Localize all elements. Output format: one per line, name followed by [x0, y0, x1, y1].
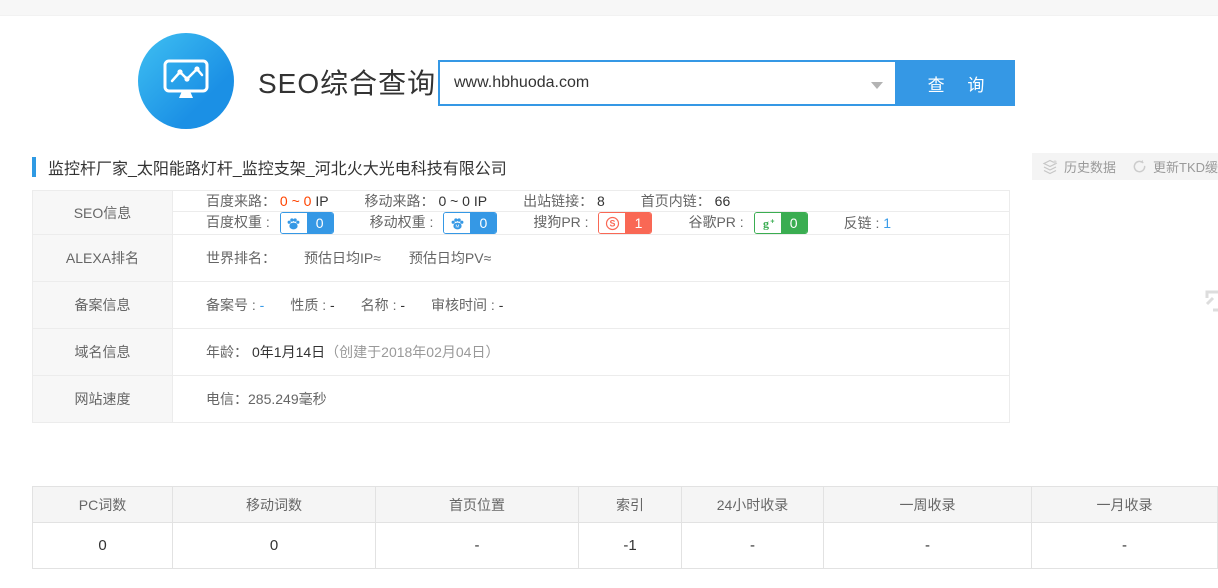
stats-col-week: 一周收录 [824, 487, 1032, 523]
table-row-domain: 域名信息 年龄： 0年1月14日 （创建于2018年02月04日） [33, 329, 1009, 376]
stats-col-mobile-words: 移动词数 [173, 487, 376, 523]
baidu-traffic-label: 百度来路： [206, 193, 276, 209]
domain-age-value: 0年1月14日 [252, 342, 325, 362]
beian-number-value[interactable]: - [260, 297, 265, 313]
history-data-label: 历史数据 [1064, 157, 1116, 176]
homelink-value: 66 [715, 193, 731, 209]
site-title-row: 监控杆厂家_太阳能路灯杆_监控支架_河北火大光电科技有限公司 [32, 155, 507, 179]
stats-col-pc-words: PC词数 [33, 487, 173, 523]
mobile-weight-badge[interactable]: M 0 [443, 212, 497, 234]
stats-col-24h: 24小时收录 [682, 487, 824, 523]
google-pr-badge[interactable]: g + 0 [754, 212, 808, 234]
stats-col-index: 索引 [579, 487, 682, 523]
beian-nature-value: - [330, 297, 335, 313]
monitor-chart-icon [155, 48, 217, 115]
svg-text:g: g [763, 217, 769, 231]
alexa-daily-pv: 预估日均PV≈ [409, 248, 491, 268]
baidu-mobile-paw-icon: M [444, 213, 470, 233]
alexa-daily-ip: 预估日均IP≈ [304, 248, 381, 268]
stats-col-month: 一月收录 [1032, 487, 1217, 523]
stats-val-index: -1 [579, 523, 682, 568]
stats-col-home-position: 首页位置 [376, 487, 579, 523]
outlink-label: 出站链接： [523, 193, 593, 209]
search-input[interactable] [440, 62, 895, 104]
title-accent-bar [32, 157, 36, 177]
seo-traffic-line: 百度来路： 0 ~ 0 IP 移动来路： 0 ~ 0 IP 出站链接： 8 首页… [173, 191, 1009, 212]
page-title: SEO综合查询 [258, 62, 436, 102]
google-plus-icon: g + [755, 213, 781, 233]
beian-number-label: 备案号 : [206, 297, 256, 313]
row-label-speed: 网站速度 [33, 376, 173, 422]
sogou-pr-label: 搜狗PR : [533, 214, 588, 230]
stats-header-row: PC词数 移动词数 首页位置 索引 24小时收录 一周收录 一月收录 [33, 487, 1217, 523]
mobile-weight-value: 0 [470, 213, 496, 233]
query-button[interactable]: 查 询 [897, 60, 1015, 106]
google-pr-value: 0 [781, 213, 807, 233]
svg-text:+: + [770, 219, 774, 226]
row-label-beian: 备案信息 [33, 282, 173, 328]
beian-audit-label: 审核时间 : [431, 297, 495, 313]
history-data-button[interactable]: 历史数据 [1032, 153, 1126, 180]
sogou-pr-badge[interactable]: S 1 [598, 212, 652, 234]
beian-name-label: 名称 : [361, 297, 397, 313]
table-row-beian: 备案信息 备案号 : - 性质 : - 名称 : - 审核时间 : - [33, 282, 1009, 329]
sogou-icon: S [599, 213, 625, 233]
seo-tool-logo [138, 33, 234, 129]
mobile-traffic-label: 移动来路： [365, 193, 435, 209]
row-label-alexa: ALEXA排名 [33, 235, 173, 281]
svg-text:M: M [455, 223, 459, 228]
row-label-seo: SEO信息 [33, 191, 173, 234]
baidu-traffic-value: 0 ~ 0 [280, 193, 312, 209]
caret-down-icon[interactable] [871, 82, 883, 89]
beian-audit-value: - [499, 297, 504, 313]
search-input-wrap [438, 60, 897, 106]
alexa-world-rank: 世界排名： [206, 248, 276, 268]
baidu-weight-label: 百度权重 : [206, 214, 270, 230]
table-row-speed: 网站速度 电信：285.249毫秒 [33, 376, 1009, 423]
refresh-icon [1132, 159, 1147, 174]
stats-val-pc-words: 0 [33, 523, 173, 568]
row-label-domain: 域名信息 [33, 329, 173, 375]
beian-name-value: - [400, 297, 405, 313]
sogou-pr-value: 1 [625, 213, 651, 233]
mobile-traffic-value: 0 ~ 0 [438, 193, 470, 209]
site-title: 监控杆厂家_太阳能路灯杆_监控支架_河北火大光电科技有限公司 [48, 155, 507, 179]
top-strip [0, 0, 1218, 16]
backlink-value[interactable]: 1 [883, 215, 891, 231]
layers-icon [1042, 159, 1058, 175]
homelink-label: 首页内链： [641, 193, 711, 209]
google-pr-label: 谷歌PR : [688, 214, 743, 230]
stats-value-row: 0 0 - -1 - - - [33, 523, 1217, 568]
stats-val-month: - [1032, 523, 1217, 568]
beian-nature-label: 性质 : [290, 297, 326, 313]
stats-val-week: - [824, 523, 1032, 568]
stats-val-home-position: - [376, 523, 579, 568]
mobile-weight-label: 移动权重 : [370, 214, 434, 230]
baidu-weight-value: 0 [307, 213, 333, 233]
seo-weight-line: 百度权重 : 0 [173, 212, 1009, 234]
svg-text:S: S [610, 218, 616, 228]
speed-value: 电信：285.249毫秒 [206, 389, 327, 409]
table-row-seo: SEO信息 百度来路： 0 ~ 0 IP 移动来路： 0 ~ 0 IP 出站链接… [33, 191, 1009, 235]
sidebar-widget-icon[interactable] [1203, 288, 1218, 314]
mobile-traffic-unit: IP [474, 193, 487, 209]
stats-val-mobile-words: 0 [173, 523, 376, 568]
keyword-stats-table: PC词数 移动词数 首页位置 索引 24小时收录 一周收录 一月收录 0 0 -… [32, 486, 1218, 569]
domain-age-label: 年龄： [206, 342, 248, 362]
table-row-alexa: ALEXA排名 世界排名： 预估日均IP≈ 预估日均PV≈ [33, 235, 1009, 282]
outlink-value: 8 [597, 193, 605, 209]
backlink-label: 反链 : [844, 215, 880, 231]
seo-info-table: SEO信息 百度来路： 0 ~ 0 IP 移动来路： 0 ~ 0 IP 出站链接… [32, 190, 1010, 423]
baidu-traffic-unit: IP [315, 193, 328, 209]
baidu-paw-icon [281, 213, 307, 233]
search-box: 查 询 [438, 60, 1015, 106]
domain-created-note: （创建于2018年02月04日） [325, 342, 499, 362]
baidu-weight-badge[interactable]: 0 [280, 212, 334, 234]
refresh-tkd-label: 更新TKD缓存 [1153, 157, 1218, 176]
refresh-tkd-button[interactable]: 更新TKD缓存 [1122, 153, 1218, 180]
stats-val-24h: - [682, 523, 824, 568]
